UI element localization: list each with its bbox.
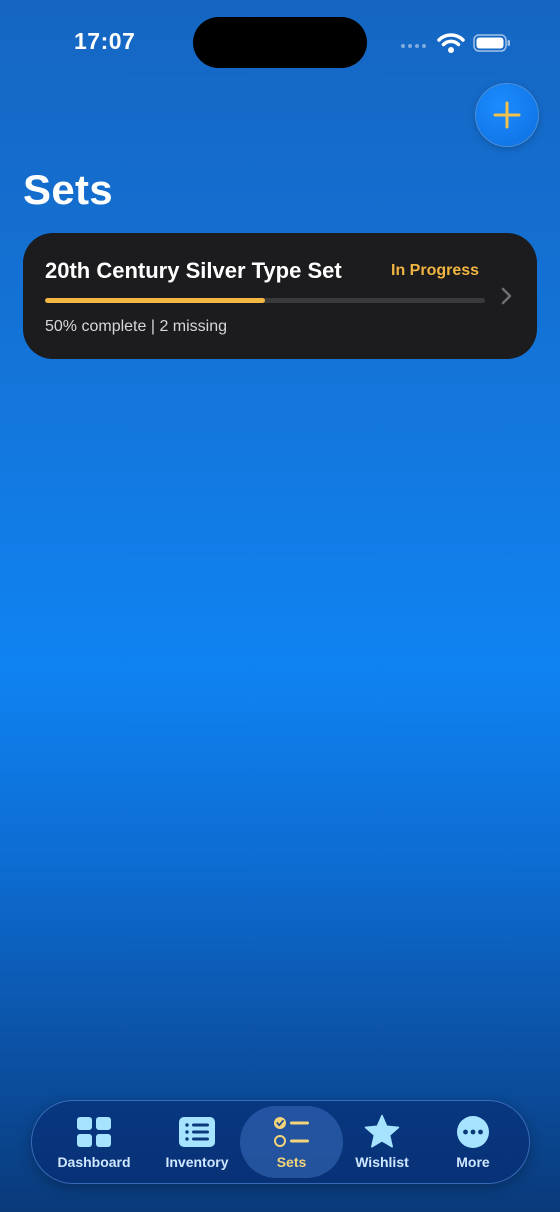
battery-icon [473, 34, 510, 52]
chevron-right-icon [501, 287, 512, 305]
set-name: 20th Century Silver Type Set [45, 258, 342, 283]
tab-inventory[interactable]: Inventory [151, 1100, 243, 1184]
set-progress-bar [45, 298, 485, 303]
status-time: 17:07 [74, 28, 136, 54]
set-card[interactable]: 20th Century Silver Type Set In Progress… [23, 233, 537, 359]
add-set-button[interactable] [476, 84, 538, 146]
set-status-badge: In Progress [391, 262, 480, 279]
tab-label: Sets [276, 1154, 307, 1170]
tab-label: Dashboard [57, 1154, 131, 1170]
cellular-signal-icon [401, 44, 426, 48]
tab-label: More [456, 1154, 490, 1170]
star-icon [364, 1114, 400, 1148]
page-title: Sets [23, 166, 113, 213]
list-icon [179, 1117, 215, 1147]
set-progress-text: 50% complete | 2 missing [45, 318, 228, 335]
tab-label: Wishlist [355, 1154, 409, 1170]
plus-icon [493, 101, 521, 129]
tab-label: Inventory [165, 1154, 229, 1170]
tab-sets[interactable]: Sets [245, 1100, 338, 1184]
tab-bar: Dashboard Inventory Sets Wishlist More [31, 1100, 530, 1184]
dynamic-island [193, 17, 367, 68]
grid-icon [77, 1117, 111, 1147]
ellipsis-icon [457, 1116, 489, 1148]
tab-more[interactable]: More [428, 1100, 518, 1184]
set-progress-fill [45, 298, 265, 303]
tab-wishlist[interactable]: Wishlist [337, 1100, 427, 1184]
tab-dashboard[interactable]: Dashboard [48, 1100, 140, 1184]
wifi-icon [437, 33, 465, 53]
checklist-icon [273, 1117, 309, 1147]
status-bar: 17:07 [0, 0, 560, 86]
